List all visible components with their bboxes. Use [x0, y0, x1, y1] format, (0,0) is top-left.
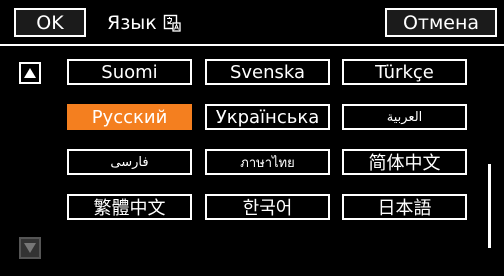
- lang-thai-button[interactable]: ภาษาไทย: [205, 149, 330, 175]
- lang-persian-button[interactable]: فارسی: [67, 149, 192, 175]
- lang-arabic-button[interactable]: العربية: [342, 104, 467, 130]
- page-title: Язык: [107, 8, 181, 37]
- lang-korean-button[interactable]: 한국어: [205, 194, 330, 220]
- scroll-down-button[interactable]: [19, 237, 41, 259]
- scrollbar-thumb[interactable]: [488, 164, 491, 248]
- lang-suomi-button[interactable]: Suomi: [67, 59, 192, 85]
- title-text: Язык: [107, 11, 157, 34]
- lang-turkce-button[interactable]: Türkçe: [342, 59, 467, 85]
- header-bar: OK Язык Отмена: [0, 0, 504, 44]
- language-settings-screen: OK Язык Отмена Suomi Svenska Türkçe Русс…: [0, 0, 504, 276]
- lang-russian-button[interactable]: Русский: [67, 104, 192, 130]
- scroll-up-button[interactable]: [19, 62, 41, 84]
- cancel-button[interactable]: Отмена: [385, 8, 497, 37]
- ok-button[interactable]: OK: [14, 8, 86, 37]
- scroll-up-arrow-icon: [24, 68, 36, 78]
- scroll-down-arrow-icon: [24, 243, 36, 253]
- lang-ukrainian-button[interactable]: Українська: [205, 104, 330, 130]
- lang-traditional-chinese-button[interactable]: 繁體中文: [67, 194, 192, 220]
- lang-simplified-chinese-button[interactable]: 简体中文: [342, 149, 467, 175]
- lang-japanese-button[interactable]: 日本語: [342, 194, 467, 220]
- lang-svenska-button[interactable]: Svenska: [205, 59, 330, 85]
- language-book-icon: [163, 14, 181, 32]
- header-divider: [0, 44, 504, 46]
